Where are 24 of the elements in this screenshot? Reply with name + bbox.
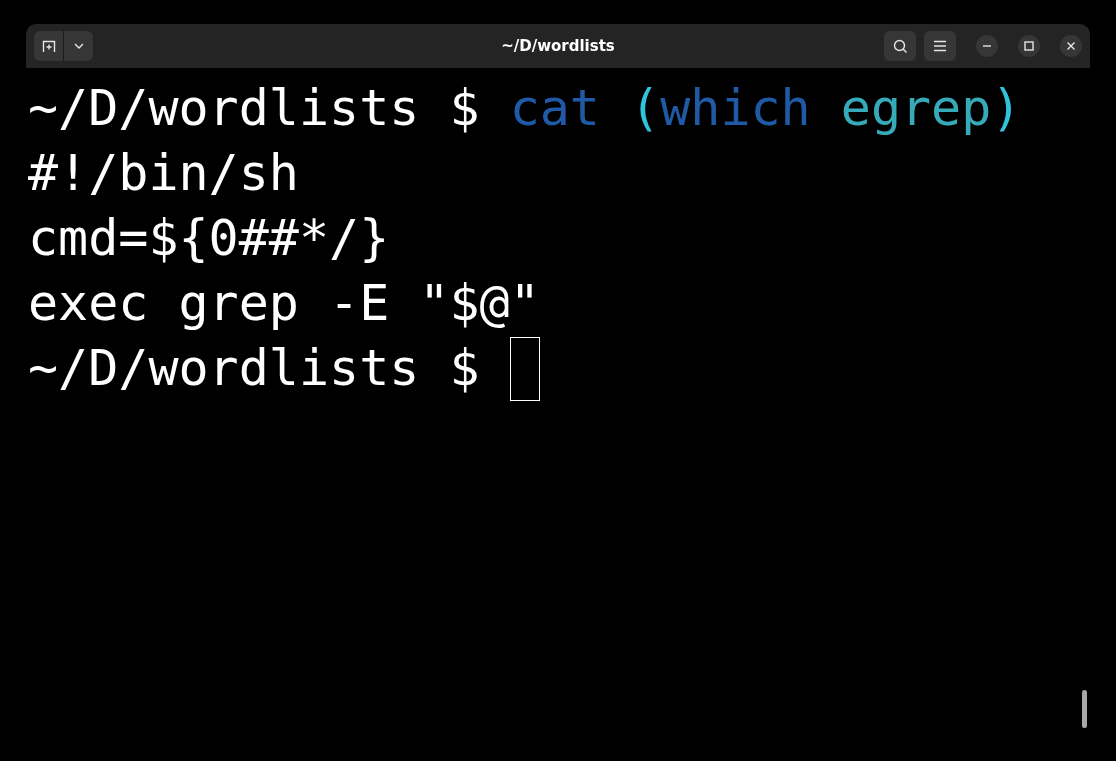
terminal-text: egrep xyxy=(840,78,992,139)
search-button[interactable] xyxy=(884,31,916,61)
terminal-text: cmd=${0##*/} xyxy=(28,208,390,269)
terminal-text: which xyxy=(660,78,812,139)
terminal-text: ( xyxy=(630,78,661,139)
minimize-icon xyxy=(983,45,991,47)
new-tab-icon xyxy=(41,39,56,53)
terminal-text: ~/D/wordlists $ xyxy=(28,338,481,399)
terminal-text: ) xyxy=(991,78,1022,139)
terminal-text: ~/D/wordlists $ xyxy=(28,78,481,139)
maximize-button[interactable] xyxy=(1018,35,1040,57)
new-tab-split-button[interactable] xyxy=(34,31,93,61)
window-title: ~/D/wordlists xyxy=(501,37,615,55)
search-icon xyxy=(893,39,907,53)
menu-button[interactable] xyxy=(924,31,956,61)
terminal-text: exec grep -E "$@" xyxy=(28,273,540,334)
terminal-text: #!/bin/sh xyxy=(28,143,299,204)
close-icon xyxy=(1066,41,1076,51)
minimize-button[interactable] xyxy=(976,35,998,57)
maximize-icon xyxy=(1024,41,1034,51)
close-button[interactable] xyxy=(1060,35,1082,57)
scrollbar-thumb[interactable] xyxy=(1082,690,1087,728)
terminal-text: cat xyxy=(509,78,601,139)
menu-icon xyxy=(933,39,947,53)
